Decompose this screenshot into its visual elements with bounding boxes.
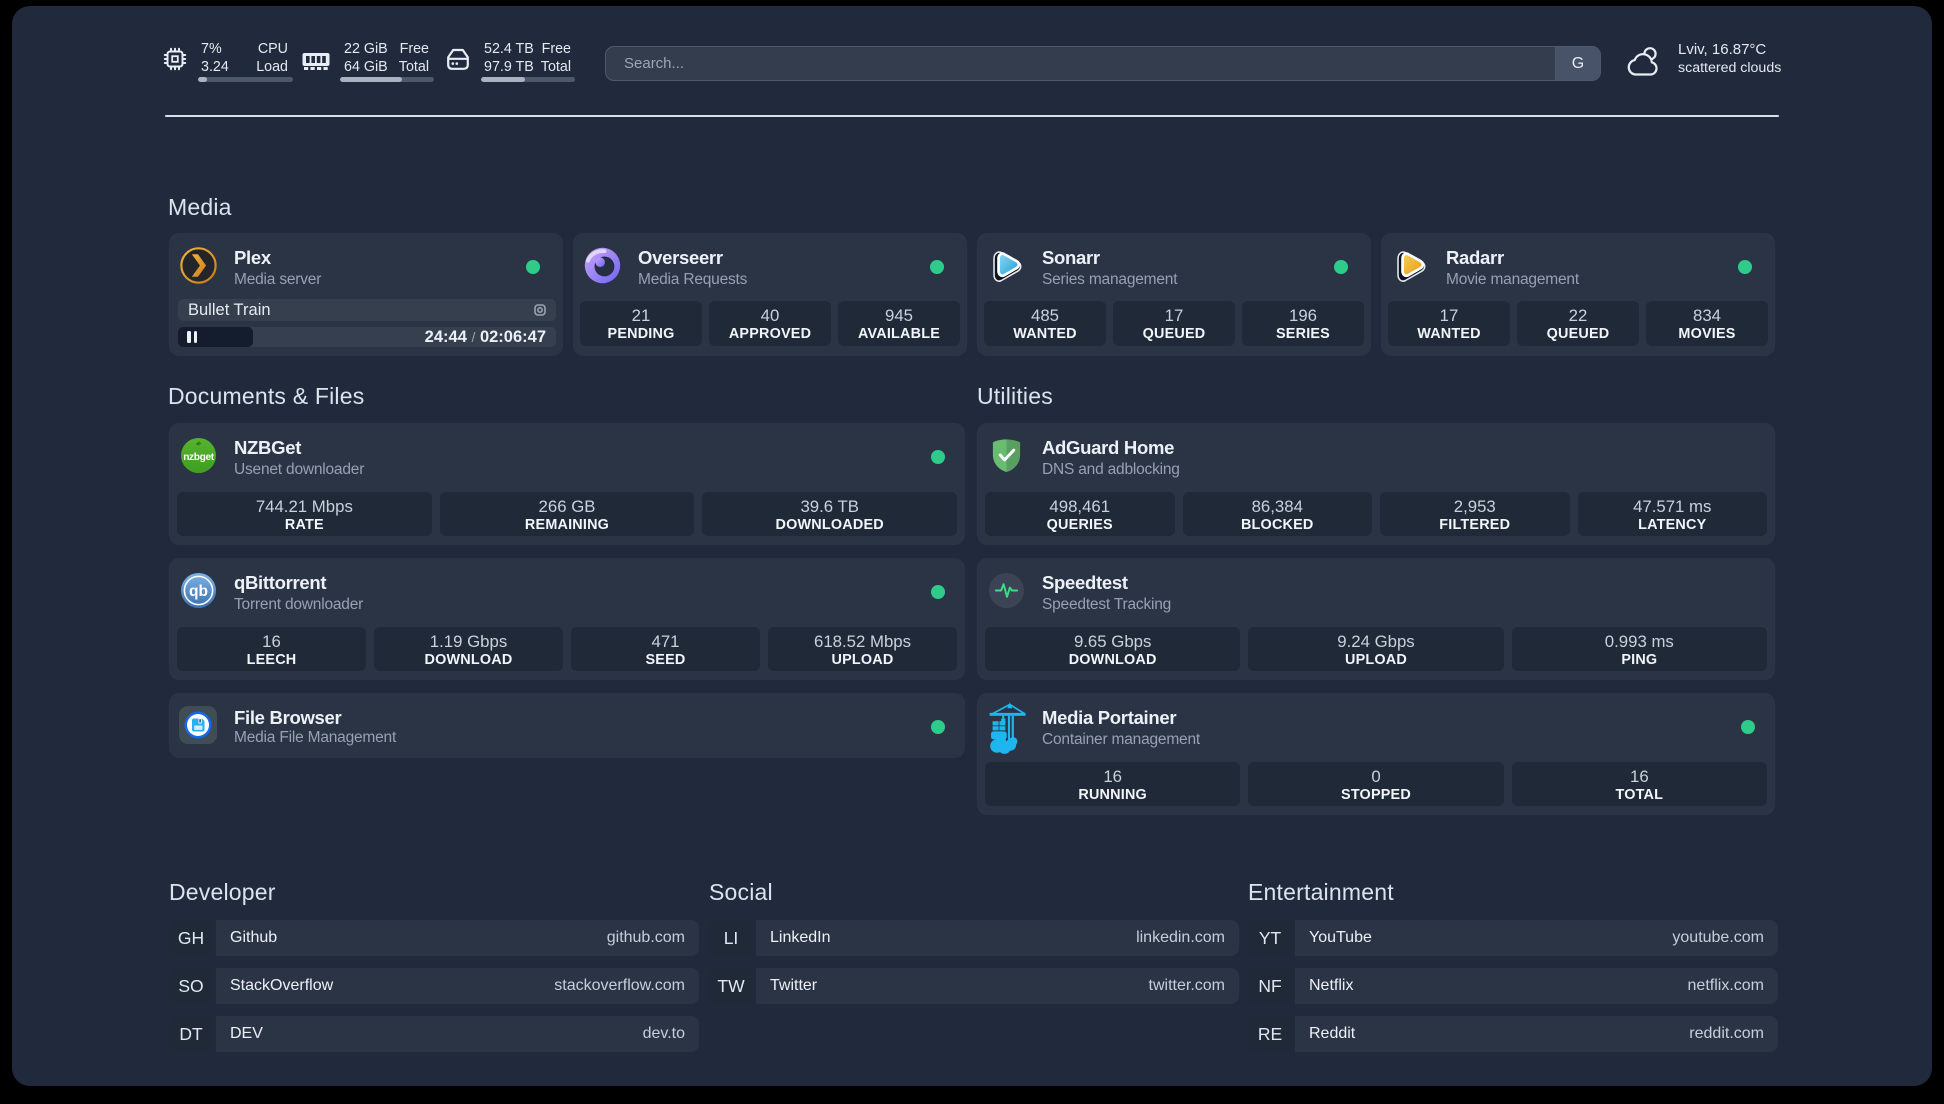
svg-text:qb: qb bbox=[189, 583, 208, 600]
svg-text:nzbget: nzbget bbox=[183, 452, 215, 463]
